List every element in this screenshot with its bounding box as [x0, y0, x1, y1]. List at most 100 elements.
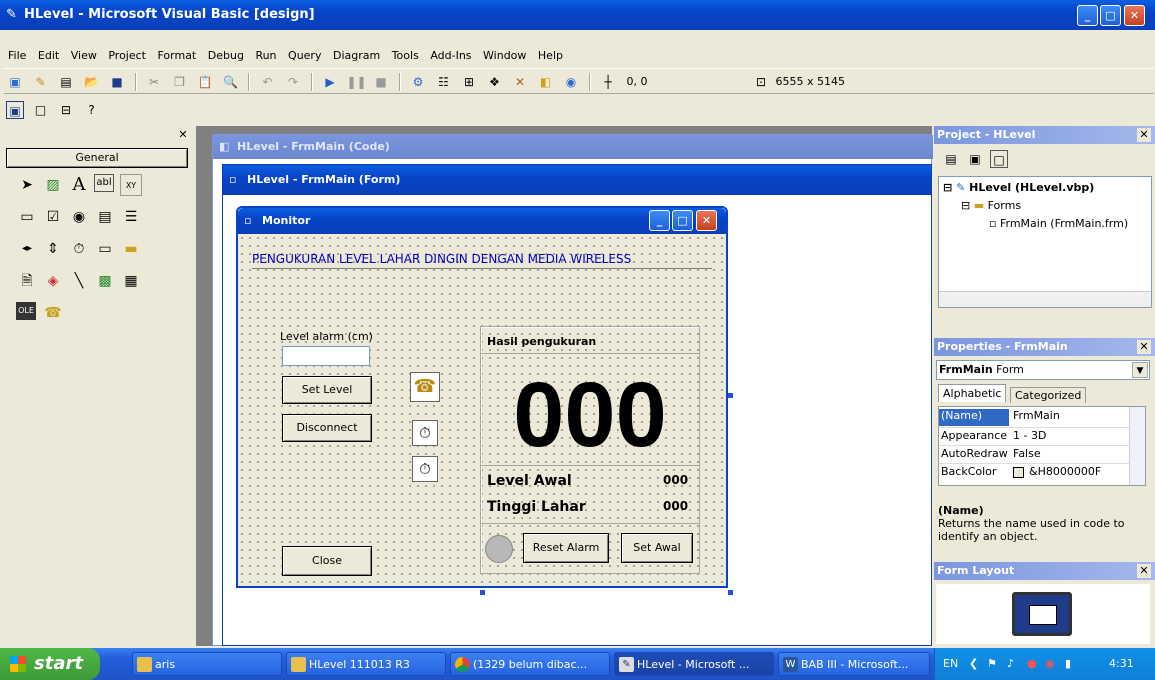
monitor-form[interactable]: ▫ Monitor _ □ ✕ PENGUKURAN LEVEL LAHAR D…: [236, 206, 728, 588]
component-manager-icon[interactable]: ◉: [562, 73, 580, 91]
selection-handle[interactable]: [728, 590, 733, 595]
redo-icon[interactable]: ↷: [284, 73, 302, 91]
mscomm-tool-icon[interactable]: ☎: [42, 302, 64, 324]
add-project-icon[interactable]: ▣: [6, 73, 24, 91]
pause-icon[interactable]: ❚❚: [347, 73, 367, 91]
disconnect-button[interactable]: Disconnect: [282, 414, 372, 442]
chevron-down-icon[interactable]: ▼: [1132, 362, 1148, 378]
view-object-icon[interactable]: ▣: [966, 150, 984, 168]
menu-diagram[interactable]: Diagram: [329, 47, 384, 65]
set-level-button[interactable]: Set Level: [282, 376, 372, 404]
menu-query[interactable]: Query: [284, 47, 325, 65]
menu-run[interactable]: Run: [251, 47, 280, 65]
undo-icon[interactable]: ↶: [259, 73, 277, 91]
designer-icon[interactable]: ⊟: [57, 101, 75, 119]
minimize-button[interactable]: _: [1077, 5, 1098, 26]
combobox-tool-icon[interactable]: ▤: [94, 206, 116, 228]
line-tool-icon[interactable]: ╲: [68, 270, 90, 292]
help-icon[interactable]: ?: [83, 101, 101, 119]
monitor-close-button[interactable]: ✕: [696, 210, 717, 231]
save-icon[interactable]: ■: [108, 73, 126, 91]
listbox-tool-icon[interactable]: ☰: [120, 206, 142, 228]
form-layout-icon[interactable]: ⊞: [460, 73, 478, 91]
maximize-button[interactable]: □: [1100, 5, 1121, 26]
paste-icon[interactable]: 📋: [196, 73, 214, 91]
antivirus-icon[interactable]: ●: [1027, 648, 1037, 680]
optionbutton-tool-icon[interactable]: ◉: [68, 206, 90, 228]
textbox-tool-icon[interactable]: abl: [94, 174, 114, 192]
label-tool-icon[interactable]: A: [68, 174, 90, 196]
language-indicator[interactable]: EN: [943, 648, 958, 680]
pointer-tool-icon[interactable]: ➤: [16, 174, 38, 196]
menu-editor-icon[interactable]: ▤: [57, 73, 75, 91]
level-alarm-input[interactable]: [282, 346, 370, 366]
toolbox-close-icon[interactable]: ✕: [176, 128, 190, 142]
properties-window-icon[interactable]: ☷: [435, 73, 453, 91]
project-hscrollbar[interactable]: [939, 291, 1151, 307]
data-view-icon[interactable]: ◧: [537, 73, 555, 91]
image-tool-icon[interactable]: ▩: [94, 270, 116, 292]
monitor-minimize-button[interactable]: _: [649, 210, 670, 231]
selection-handle[interactable]: [728, 393, 733, 398]
tab-categorized[interactable]: Categorized: [1010, 387, 1087, 403]
frmmain-file-node[interactable]: ▫ FrmMain (FrmMain.frm): [989, 217, 1128, 230]
open-folder-icon[interactable]: 📂: [83, 73, 101, 91]
property-row[interactable]: BackColor &H8000000F: [939, 463, 1129, 480]
copy-icon[interactable]: ❐: [171, 73, 189, 91]
view-code-icon[interactable]: ▤: [942, 150, 960, 168]
object-browser-icon[interactable]: ❖: [486, 73, 504, 91]
forms-folder-node[interactable]: ⊟ ▬ Forms: [961, 199, 1021, 212]
close-button[interactable]: ✕: [1124, 5, 1145, 26]
hscrollbar-tool-icon[interactable]: ◂▸: [16, 238, 38, 260]
menu-file[interactable]: File: [4, 47, 30, 65]
add-form-icon[interactable]: ✎: [32, 73, 50, 91]
property-row[interactable]: (Name) FrmMain: [939, 409, 1129, 426]
taskbar-item[interactable]: HLevel 111013 R3: [286, 652, 446, 676]
timer2-control-icon[interactable]: ⏱: [412, 456, 438, 482]
timer-tool-icon[interactable]: ⏱: [68, 238, 90, 260]
vscrollbar-tool-icon[interactable]: ⇕: [42, 238, 64, 260]
menu-debug[interactable]: Debug: [204, 47, 248, 65]
menu-help[interactable]: Help: [534, 47, 567, 65]
taskbar-item[interactable]: (1329 belum dibac...: [450, 652, 610, 676]
menu-add-ins[interactable]: Add-Ins: [426, 47, 475, 65]
clock[interactable]: 4:31: [1109, 648, 1134, 680]
picturebox-tool-icon[interactable]: ▨: [42, 174, 64, 196]
ole-tool-icon[interactable]: OLE: [16, 302, 36, 320]
dirlistbox-tool-icon[interactable]: ▬: [120, 238, 142, 260]
timer1-control-icon[interactable]: ⏱: [412, 420, 438, 446]
tray-back-icon[interactable]: ❮: [969, 648, 978, 680]
property-row[interactable]: AutoRedraw False: [939, 445, 1129, 462]
monitor-maximize-button[interactable]: □: [672, 210, 693, 231]
network-icon[interactable]: ⚑: [987, 648, 997, 680]
project-explorer-icon[interactable]: ⚙: [409, 73, 427, 91]
toolbox-icon[interactable]: ✕: [511, 73, 529, 91]
project-root-node[interactable]: ⊟ ✎ HLevel (HLevel.vbp): [943, 181, 1094, 194]
taskbar-item-active[interactable]: ✎ HLevel - Microsoft ...: [614, 652, 774, 676]
security-icon[interactable]: ◉: [1045, 648, 1055, 680]
toolbox-general-tab[interactable]: General: [6, 148, 188, 168]
menu-project[interactable]: Project: [104, 47, 150, 65]
cut-icon[interactable]: ✂: [145, 73, 163, 91]
menu-tools[interactable]: Tools: [388, 47, 423, 65]
menu-edit[interactable]: Edit: [34, 47, 63, 65]
toggle-folders-icon[interactable]: □: [990, 150, 1008, 168]
tab-alphabetic[interactable]: Alphabetic: [938, 384, 1007, 402]
new-document-icon[interactable]: □: [32, 101, 50, 119]
checkbox-tool-icon[interactable]: ☑: [42, 206, 64, 228]
properties-panel-close-icon[interactable]: ✕: [1137, 340, 1151, 354]
project-panel-close-icon[interactable]: ✕: [1137, 128, 1151, 142]
set-awal-button[interactable]: Set Awal: [621, 533, 693, 563]
taskbar-item[interactable]: aris: [132, 652, 282, 676]
reset-alarm-button[interactable]: Reset Alarm: [523, 533, 609, 563]
selection-handle[interactable]: [480, 590, 485, 595]
menu-view[interactable]: View: [67, 47, 101, 65]
collapse-icon[interactable]: ⊟: [943, 181, 952, 194]
run-icon[interactable]: ▶: [321, 73, 339, 91]
shape-tool-icon[interactable]: ◈: [42, 270, 64, 292]
taskbar-item[interactable]: W BAB III - Microsoft...: [778, 652, 930, 676]
find-icon[interactable]: 🔍: [222, 73, 240, 91]
frame-tool-icon[interactable]: XY: [120, 174, 142, 196]
property-grid-scrollbar[interactable]: [1129, 407, 1145, 485]
start-button[interactable]: start: [0, 648, 100, 680]
